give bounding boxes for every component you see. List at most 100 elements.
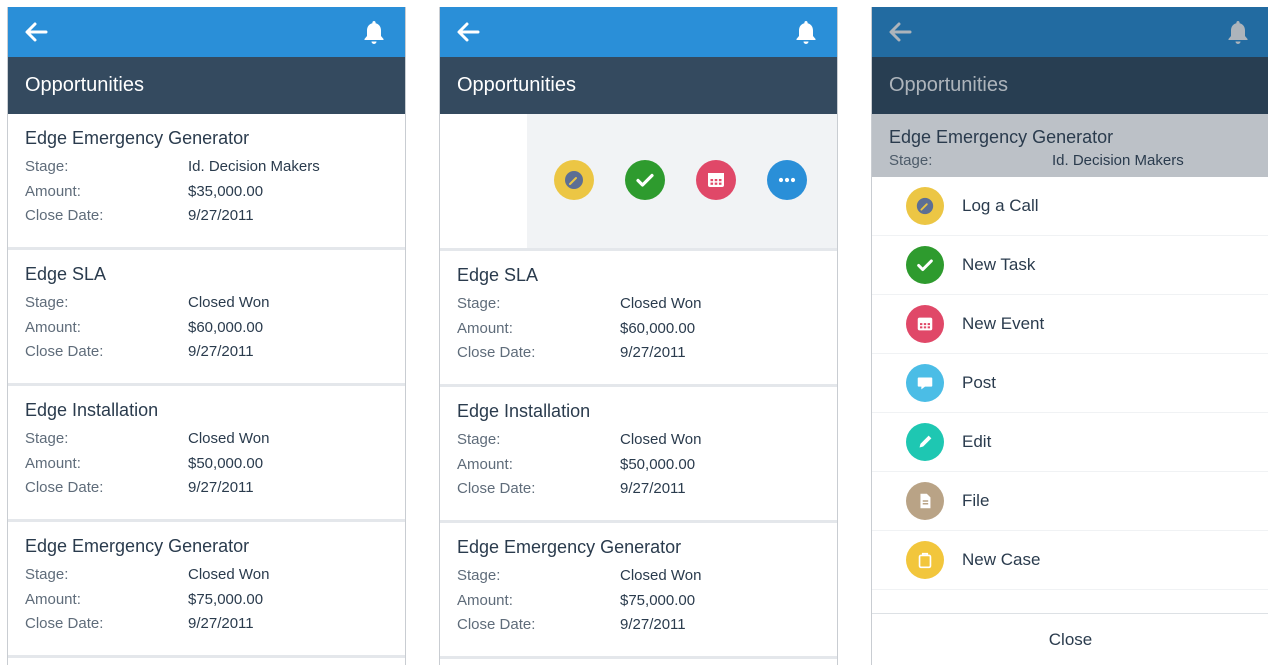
menu-item-new-case[interactable]: New Case <box>872 531 1268 590</box>
stage-label: Stage: <box>25 566 69 583</box>
check-icon <box>906 246 944 284</box>
stage-label: Stage: <box>457 431 501 448</box>
stage-label: Stage: <box>25 294 69 311</box>
briefcase-icon <box>906 541 944 579</box>
log-call-icon[interactable] <box>554 160 594 200</box>
amount-value: $35,000.00 <box>188 182 264 200</box>
opportunity-record[interactable]: Edge SLA Stage: Closed Won Amount: $60,000… <box>8 250 405 386</box>
back-arrow-icon[interactable] <box>454 18 482 46</box>
menu-item-file[interactable]: File <box>872 472 1268 531</box>
screen-opportunities-list: Opportunities Edge Emergency Generator S… <box>7 7 406 665</box>
close-date-value: 9/27/2011 <box>188 343 254 360</box>
stage-label: Stage: <box>25 158 69 175</box>
stage-value: Closed Won <box>620 431 702 448</box>
selected-record-header: Edge Emergency Generator Stage: Id. Decis… <box>872 114 1268 177</box>
check-icon[interactable] <box>625 160 665 200</box>
menu-item-edit[interactable]: Edit <box>872 413 1268 472</box>
page-title: Opportunities <box>8 57 405 114</box>
close-date-label: Close Date: <box>25 615 104 632</box>
close-date-label: Close Date: <box>457 616 536 633</box>
amount-value: $50,000.00 <box>188 454 264 472</box>
amount-label: Amount: <box>457 319 513 337</box>
stage-value: Closed Won <box>188 294 270 311</box>
close-date-label: Close Date: <box>457 480 536 497</box>
close-date-label: Close Date: <box>457 344 536 361</box>
stage-label: Stage: <box>25 430 69 447</box>
opportunity-record[interactable]: Edge Installation Stage: Closed Won Amoun… <box>440 387 837 523</box>
menu-item-label: New Event <box>962 314 1045 333</box>
pencil-icon <box>906 423 944 461</box>
opportunity-record[interactable]: Edge SLA Stage: Closed Won Amount: $60,000… <box>440 251 837 387</box>
record-name: Edge Installation <box>457 401 591 421</box>
stage-value: Closed Won <box>188 566 270 583</box>
amount-label: Amount: <box>25 182 81 200</box>
amount-value: $75,000.00 <box>620 591 696 609</box>
top-bar <box>8 7 405 57</box>
close-date-label: Close Date: <box>25 207 104 224</box>
opportunity-record[interactable]: Edge Installation Stage: Closed Won Amoun… <box>8 386 405 522</box>
menu-item-new-task[interactable]: New Task <box>872 236 1268 295</box>
amount-label: Amount: <box>25 454 81 472</box>
chat-bubble-icon <box>906 364 944 402</box>
menu-item-log-a-call[interactable]: Log a Call <box>872 177 1268 236</box>
menu-item-label: New Case <box>962 550 1041 569</box>
page-title: Opportunities <box>872 57 1268 114</box>
file-icon <box>906 482 944 520</box>
close-date-value: 9/27/2011 <box>188 207 254 224</box>
menu-item-label: Edit <box>962 432 992 451</box>
close-date-value: 9/27/2011 <box>620 480 686 497</box>
amount-value: $75,000.00 <box>188 590 264 608</box>
more-icon[interactable] <box>767 160 807 200</box>
record-name: Edge SLA <box>25 264 107 284</box>
stage-value: Id. Decision Makers <box>1052 152 1184 169</box>
record-name: Edge Emergency Generator <box>25 536 250 556</box>
menu-item-new-event[interactable]: New Event <box>872 295 1268 354</box>
action-menu: Log a Call New Task New Event Post Edit … <box>872 177 1268 590</box>
amount-label: Amount: <box>457 591 513 609</box>
record-name: Edge Emergency Generator <box>457 537 682 557</box>
menu-item-label: New Task <box>962 255 1036 274</box>
close-date-label: Close Date: <box>25 343 104 360</box>
top-bar <box>872 7 1268 57</box>
stage-label: Stage: <box>457 295 501 312</box>
bell-icon <box>1228 21 1248 44</box>
back-arrow-icon[interactable] <box>22 18 50 46</box>
stage-value: Closed Won <box>620 295 702 312</box>
screen-action-menu: Opportunities Edge Emergency Generator S… <box>871 7 1268 665</box>
swipe-action-row <box>440 114 837 251</box>
amount-value: $50,000.00 <box>620 455 696 473</box>
amount-value: $60,000.00 <box>188 318 264 336</box>
record-name: Edge Emergency Generator <box>25 128 250 148</box>
bell-icon[interactable] <box>361 19 387 45</box>
close-date-value: 9/27/2011 <box>188 615 254 632</box>
close-date-value: 9/27/2011 <box>620 616 686 633</box>
menu-item-post[interactable]: Post <box>872 354 1268 413</box>
close-date-label: Close Date: <box>25 479 104 496</box>
opportunity-record[interactable]: Edge Emergency Generator Stage: Id. Decis… <box>8 114 405 250</box>
calendar-icon <box>906 305 944 343</box>
swiped-record-edge[interactable] <box>440 114 527 248</box>
close-date-value: 9/27/2011 <box>620 344 686 361</box>
stage-label: Stage: <box>889 152 933 169</box>
close-date-value: 9/27/2011 <box>188 479 254 496</box>
quick-action-tray <box>527 114 837 248</box>
opportunity-record[interactable]: Edge Emergency Generator Stage: Closed Wo… <box>440 523 837 659</box>
stage-value: Closed Won <box>620 567 702 584</box>
menu-item-label: File <box>962 491 990 510</box>
back-arrow-icon <box>889 22 912 42</box>
top-bar <box>440 7 837 57</box>
log-call-icon <box>906 187 944 225</box>
menu-item-label: Log a Call <box>962 196 1039 215</box>
calendar-icon[interactable] <box>696 160 736 200</box>
record-name: Edge SLA <box>457 265 539 285</box>
close-button[interactable]: Close <box>872 613 1268 665</box>
stage-label: Stage: <box>457 567 501 584</box>
bell-icon[interactable] <box>793 19 819 45</box>
menu-item-label: Post <box>962 373 997 392</box>
amount-value: $60,000.00 <box>620 319 696 337</box>
stage-value: Closed Won <box>188 430 270 447</box>
record-name: Edge Emergency Generator <box>889 127 1114 147</box>
stage-value: Id. Decision Makers <box>188 158 320 175</box>
opportunity-record[interactable]: Edge Emergency Generator Stage: Closed Wo… <box>8 522 405 658</box>
amount-label: Amount: <box>457 455 513 473</box>
